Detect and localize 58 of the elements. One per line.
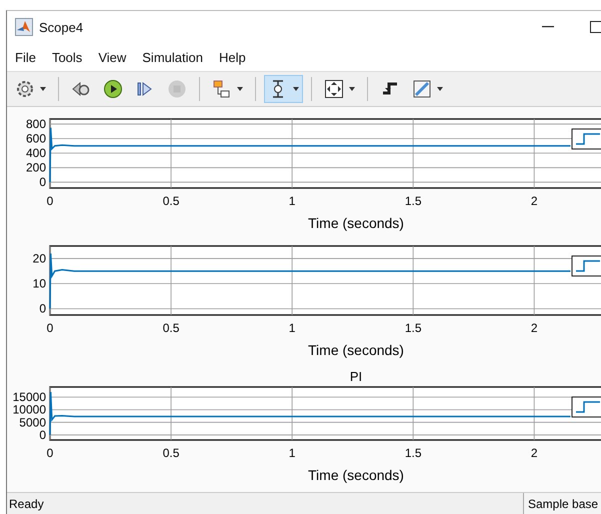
x-axis-label: Time (seconds) bbox=[308, 215, 404, 231]
play-icon bbox=[103, 79, 123, 99]
caret-icon bbox=[237, 87, 243, 91]
menu-item[interactable]: Tools bbox=[52, 50, 82, 64]
tick-label: 10000 bbox=[12, 402, 46, 417]
tick-label: 800 bbox=[26, 117, 46, 132]
tick-label: 0 bbox=[46, 321, 54, 335]
legend bbox=[572, 128, 601, 150]
stop-icon bbox=[167, 79, 187, 99]
tick-label: 10 bbox=[32, 276, 46, 291]
caret-icon bbox=[349, 87, 355, 91]
tick-label: 200 bbox=[26, 160, 46, 175]
status-text: Ready bbox=[8, 496, 45, 513]
tick-label: 0 bbox=[39, 302, 46, 316]
x-axis-label: Time (seconds) bbox=[308, 467, 404, 483]
tick-label: 0.5 bbox=[162, 321, 180, 335]
tick-label: 0 bbox=[39, 175, 46, 190]
tick-label: 1 bbox=[288, 446, 296, 460]
caret-icon bbox=[437, 87, 443, 91]
tick-label: 1.5 bbox=[404, 446, 422, 460]
tick-label: 2 bbox=[530, 194, 538, 208]
tick-label: 1 bbox=[288, 321, 296, 335]
tick-label: 15000 bbox=[12, 390, 46, 404]
tick-label: 2 bbox=[530, 321, 538, 335]
tick-label: 0 bbox=[39, 428, 46, 442]
chart-title: PI bbox=[350, 369, 362, 384]
step-back-icon bbox=[71, 79, 91, 99]
settings-icon bbox=[15, 79, 35, 99]
caret-icon bbox=[40, 87, 46, 91]
ruler-icon bbox=[412, 79, 432, 99]
tick-label: 400 bbox=[26, 146, 46, 160]
minimize-icon[interactable] bbox=[542, 26, 554, 28]
sample-mode-panel: Sample base bbox=[523, 493, 601, 514]
maximize-icon[interactable] bbox=[590, 21, 601, 33]
fit-to-view-icon bbox=[324, 79, 344, 99]
tick-label: 0 bbox=[46, 194, 54, 208]
legend bbox=[572, 396, 601, 418]
blocks-icon bbox=[212, 79, 232, 99]
tick-label: 1 bbox=[288, 194, 296, 208]
x-axis-label: Time (seconds) bbox=[308, 342, 404, 358]
menu-item[interactable]: Simulation bbox=[142, 50, 203, 64]
tick-label: 1.5 bbox=[404, 321, 422, 335]
menu-item[interactable]: View bbox=[98, 50, 126, 64]
menu-item[interactable]: File bbox=[15, 50, 36, 64]
tick-label: 0.5 bbox=[162, 446, 180, 460]
tick-label: 2 bbox=[530, 446, 538, 460]
app-logo-icon bbox=[15, 18, 33, 36]
tick-label: 0.5 bbox=[162, 194, 180, 208]
legend bbox=[572, 256, 601, 276]
menu-item[interactable]: Help bbox=[218, 50, 246, 64]
tick-label: 1.5 bbox=[404, 194, 422, 208]
zoom-tool-button[interactable] bbox=[264, 75, 303, 103]
tick-label: 600 bbox=[26, 132, 46, 146]
tick-label: 0 bbox=[46, 446, 54, 460]
tick-label: 5000 bbox=[19, 415, 46, 430]
caret-icon bbox=[293, 87, 299, 91]
window-title: Scope4 bbox=[39, 20, 84, 34]
tick-label: 20 bbox=[32, 252, 46, 266]
